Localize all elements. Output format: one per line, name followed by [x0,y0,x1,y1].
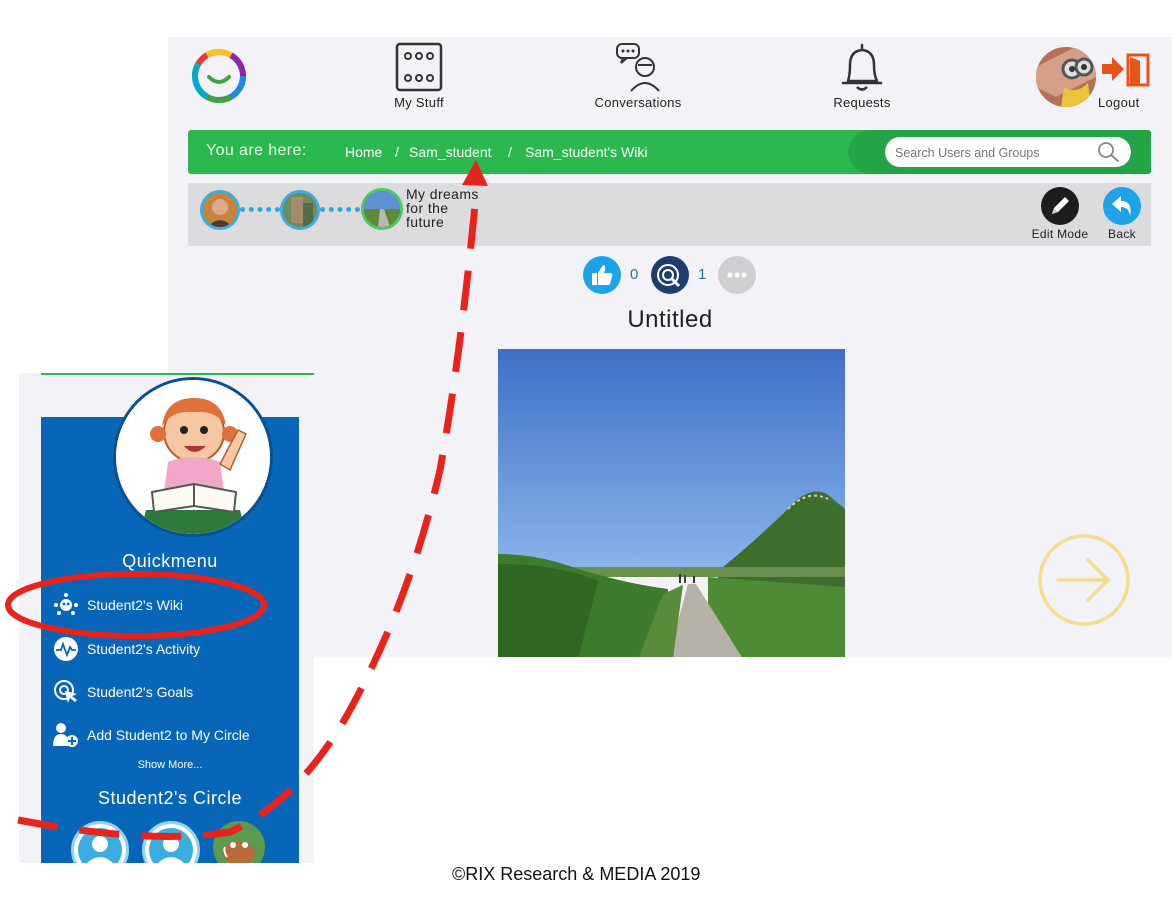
app-logo[interactable] [190,47,248,105]
quickmenu-screenshot: Quickmenu Student2's Wiki Student2's Act… [19,373,314,863]
path-connector [320,207,360,212]
next-arrow-button[interactable] [1036,532,1132,628]
minion-avatar-image [1036,47,1096,107]
circle-member-avatar[interactable] [71,821,129,863]
search-input[interactable] [893,142,1097,164]
breadcrumb-separator: / [508,144,512,160]
nav-requests-label: Requests [833,95,891,110]
wiki-photo [498,349,845,657]
warthog-avatar-image [213,821,265,863]
logout-icon[interactable] [1100,53,1152,87]
quickmenu-item-goals[interactable]: Student2's Goals [53,679,293,707]
search-box[interactable] [885,137,1131,167]
user-avatar[interactable] [1036,47,1096,107]
path-node-street[interactable] [280,190,320,230]
quickmenu-title: Quickmenu [122,551,218,571]
person-placeholder-icon [149,828,193,863]
green-divider [41,373,314,375]
quickmenu-item-wiki[interactable]: Student2's Wiki [53,592,293,620]
nav-conversations[interactable]: Conversations [580,41,696,110]
back-label[interactable]: Back [1098,227,1146,241]
links-button[interactable] [651,256,689,294]
person-photo [203,193,237,227]
student-cartoon-image [116,380,270,534]
breadcrumb: You are here: Home / Sam_student / Sam_s… [188,130,1151,174]
quickmenu-panel: Quickmenu Student2's Wiki Student2's Act… [41,377,299,863]
activity-icon [54,637,78,661]
current-page-label-line: My dreams [406,186,479,202]
quickmenu-item-label: Student2's Wiki [87,597,184,613]
dice-icon [395,42,443,92]
path-connector [240,207,280,212]
like-button[interactable] [583,256,621,294]
street-photo [283,193,317,227]
quickmenu-item-activity[interactable]: Student2's Activity [53,636,293,664]
add-user-icon [53,723,78,747]
links-count: 1 [698,266,707,283]
copyright-text: ©RIX Research & MEDIA 2019 [452,864,701,884]
edit-mode-label[interactable]: Edit Mode [1024,227,1096,241]
breadcrumb-user-link[interactable]: Sam_student [409,144,492,160]
path-node-person[interactable] [200,190,240,230]
search-area [848,130,1151,174]
conversation-icon [616,43,660,92]
target-link-icon [657,264,681,288]
goals-icon [54,680,77,703]
current-page-label-line: for the [406,200,449,216]
quickmenu-item-add-to-circle[interactable]: Add Student2 to My Circle [53,722,293,750]
road-photo-thumbnail [364,191,400,227]
back-button[interactable] [1103,187,1141,225]
more-dots-icon [727,272,747,278]
page-title: Untitled [627,306,713,333]
more-options-button[interactable] [718,256,756,294]
thumbs-up-icon [592,265,613,285]
breadcrumb-current: Sam_student's Wiki [525,144,648,160]
pencil-icon [1052,197,1069,214]
nav-my-stuff[interactable]: My Stuff [384,41,454,110]
circle-title: Student2's Circle [97,788,242,808]
nav-my-stuff-label: My Stuff [394,95,444,110]
bell-icon [841,43,883,91]
search-icon[interactable] [1097,141,1121,163]
quickmenu-item-label: Student2's Goals [87,684,194,700]
student-avatar[interactable] [113,377,273,537]
circle-member-avatar[interactable] [142,821,200,863]
path-node-current[interactable] [361,188,403,230]
like-count: 0 [630,266,639,283]
person-placeholder-icon [78,828,122,863]
quickmenu-item-label: Add Student2 to My Circle [87,727,250,743]
nav-conversations-label: Conversations [594,95,682,110]
show-more-link[interactable]: Show More... [41,759,299,771]
edit-mode-button[interactable] [1041,187,1079,225]
current-page-label-line: future [406,214,445,230]
breadcrumb-home-link[interactable]: Home [345,144,382,160]
quickmenu-item-label: Student2's Activity [87,641,201,657]
wiki-icon [54,593,78,615]
back-arrow-icon [1112,196,1131,216]
nav-requests[interactable]: Requests [824,41,900,110]
breadcrumb-prefix: You are here: [206,142,307,159]
wiki-app-window: My Stuff Conversations Requests Logout Y… [168,37,1172,657]
wiki-path-bar: My dreams for the future Edit Mode Back [188,183,1151,246]
breadcrumb-separator: / [395,144,399,160]
logout-label[interactable]: Logout [1098,95,1140,110]
circle-member-avatar[interactable] [213,821,265,863]
current-page-label: My dreams for the future [406,187,479,229]
